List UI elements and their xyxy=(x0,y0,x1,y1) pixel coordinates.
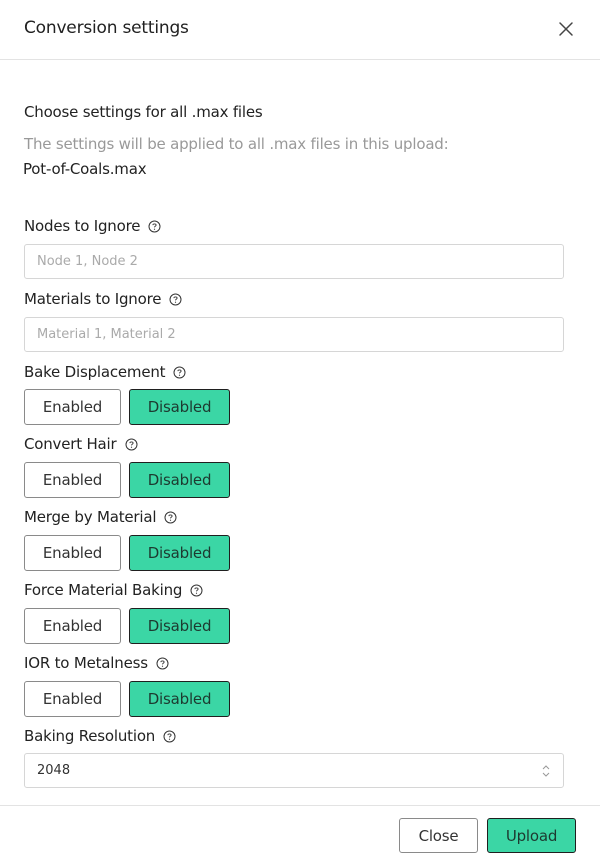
help-circle-icon[interactable] xyxy=(125,438,138,451)
bake-displacement-label-text: Bake Displacement xyxy=(24,363,166,381)
force-material-baking-label: Force Material Baking xyxy=(24,581,203,599)
intro-heading: Choose settings for all .max files xyxy=(24,103,263,121)
baking-resolution-value: 2048 xyxy=(37,763,71,778)
ior-to-metalness-disabled-button[interactable]: Disabled xyxy=(129,681,230,717)
materials-to-ignore-label-text: Materials to Ignore xyxy=(24,290,162,308)
bake-displacement-enabled-button[interactable]: Enabled xyxy=(24,389,121,425)
close-icon[interactable] xyxy=(557,20,575,38)
force-material-baking-enabled-button[interactable]: Enabled xyxy=(24,608,121,644)
force-material-baking-disabled-button[interactable]: Disabled xyxy=(129,608,230,644)
file-name: Pot-of-Coals.max xyxy=(23,160,147,178)
help-circle-icon[interactable] xyxy=(173,366,186,379)
merge-by-material-label: Merge by Material xyxy=(24,508,177,526)
intro-subtext: The settings will be applied to all .max… xyxy=(24,135,449,153)
convert-hair-toggle: Enabled Disabled xyxy=(24,462,230,498)
dialog-header: Conversion settings xyxy=(0,0,600,60)
nodes-to-ignore-label-text: Nodes to Ignore xyxy=(24,217,141,235)
bake-displacement-disabled-button[interactable]: Disabled xyxy=(129,389,230,425)
nodes-to-ignore-input[interactable] xyxy=(24,244,564,279)
ior-to-metalness-toggle: Enabled Disabled xyxy=(24,681,230,717)
ior-to-metalness-enabled-button[interactable]: Enabled xyxy=(24,681,121,717)
merge-by-material-enabled-button[interactable]: Enabled xyxy=(24,535,121,571)
ior-to-metalness-label-text: IOR to Metalness xyxy=(24,654,148,672)
merge-by-material-label-text: Merge by Material xyxy=(24,508,157,526)
convert-hair-enabled-button[interactable]: Enabled xyxy=(24,462,121,498)
ior-to-metalness-label: IOR to Metalness xyxy=(24,654,169,672)
bake-displacement-toggle: Enabled Disabled xyxy=(24,389,230,425)
close-button[interactable]: Close xyxy=(399,818,478,853)
baking-resolution-label-text: Baking Resolution xyxy=(24,727,156,745)
upload-button[interactable]: Upload xyxy=(487,818,576,853)
convert-hair-label-text: Convert Hair xyxy=(24,435,117,453)
footer-divider xyxy=(0,805,600,806)
help-circle-icon[interactable] xyxy=(163,730,176,743)
nodes-to-ignore-label: Nodes to Ignore xyxy=(24,217,161,235)
help-circle-icon[interactable] xyxy=(148,220,161,233)
merge-by-material-disabled-button[interactable]: Disabled xyxy=(129,535,230,571)
convert-hair-disabled-button[interactable]: Disabled xyxy=(129,462,230,498)
dialog-title: Conversion settings xyxy=(24,18,189,38)
conversion-settings-dialog: Conversion settings Choose settings for … xyxy=(0,0,600,866)
materials-to-ignore-input[interactable] xyxy=(24,317,564,352)
help-circle-icon[interactable] xyxy=(164,511,177,524)
force-material-baking-label-text: Force Material Baking xyxy=(24,581,183,599)
force-material-baking-toggle: Enabled Disabled xyxy=(24,608,230,644)
updown-chevron-icon xyxy=(542,764,550,777)
baking-resolution-select[interactable]: 2048 xyxy=(24,753,564,788)
help-circle-icon[interactable] xyxy=(190,584,203,597)
help-circle-icon[interactable] xyxy=(156,657,169,670)
baking-resolution-label: Baking Resolution xyxy=(24,727,176,745)
merge-by-material-toggle: Enabled Disabled xyxy=(24,535,230,571)
bake-displacement-label: Bake Displacement xyxy=(24,363,186,381)
materials-to-ignore-label: Materials to Ignore xyxy=(24,290,182,308)
convert-hair-label: Convert Hair xyxy=(24,435,138,453)
help-circle-icon[interactable] xyxy=(169,293,182,306)
